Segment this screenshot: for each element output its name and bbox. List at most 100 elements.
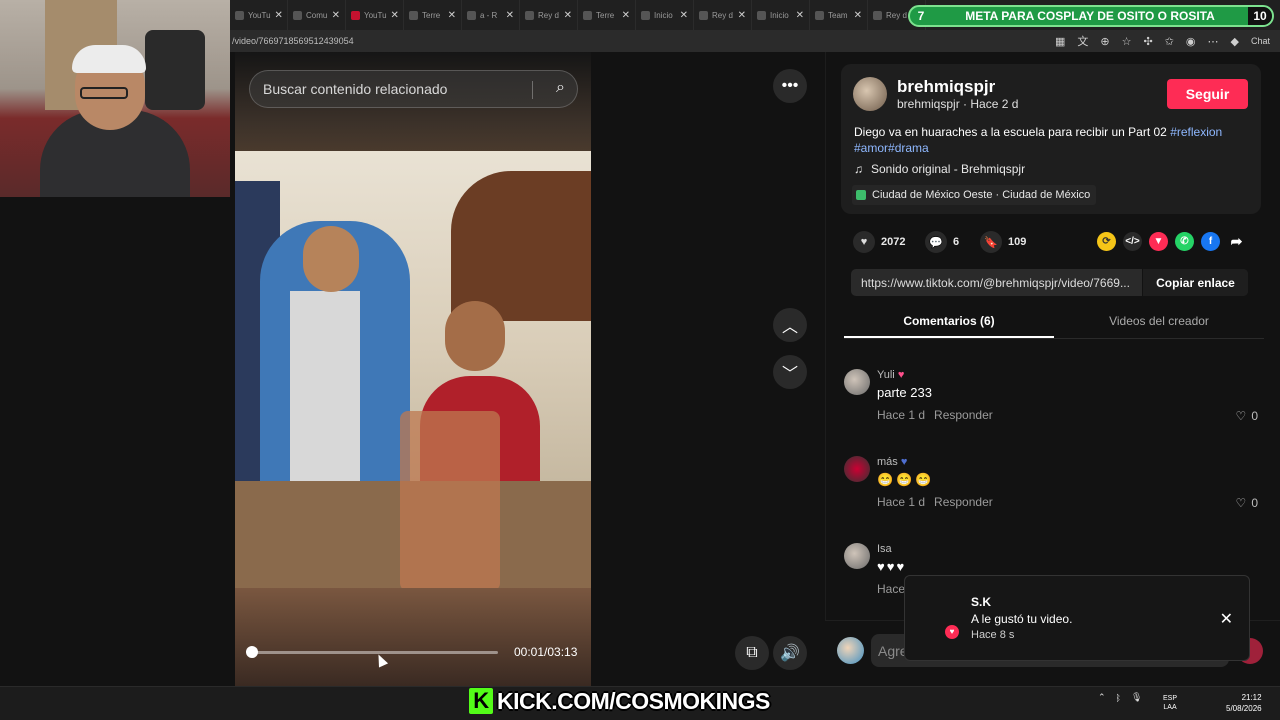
whatsapp-icon[interactable]: ✆	[1175, 232, 1194, 251]
comment-button[interactable]: 💬 6	[925, 231, 959, 253]
video-link-text[interactable]: https://www.tiktok.com/@brehmiqspjr/vide…	[851, 276, 1142, 290]
volume-button[interactable]: 🔊	[773, 636, 807, 670]
browser-tab[interactable]: Rey d ✕	[520, 0, 578, 30]
toast-title: S.K	[971, 595, 992, 609]
zoom-icon[interactable]: ⊕	[1100, 35, 1109, 48]
language-indicator[interactable]: ESP LAA	[1163, 694, 1177, 712]
more-icon[interactable]: ⋯	[1208, 35, 1219, 48]
location-pin-icon	[856, 190, 866, 200]
repost-icon[interactable]: ⟳	[1097, 232, 1116, 251]
close-icon[interactable]: ✕	[796, 10, 804, 21]
video-timecode: 00:01/03:13	[514, 645, 578, 659]
send-to-friends-icon[interactable]: ▼	[1149, 232, 1168, 251]
browser-tab[interactable]: Terre ✕	[404, 0, 462, 30]
close-icon[interactable]: ✕	[680, 10, 688, 21]
bluetooth-icon[interactable]: ᛒ	[1116, 693, 1121, 703]
star-icon[interactable]: ☆	[1122, 35, 1132, 48]
notification-toast[interactable]: ♥ S.K A le gustó tu video. Hace 8 s ✕	[904, 575, 1250, 661]
close-icon[interactable]: ✕	[448, 10, 456, 21]
reply-button[interactable]: Responder	[934, 408, 993, 422]
chevron-up-icon[interactable]: ⌃	[1098, 692, 1106, 703]
microphone-icon[interactable]: 🎙	[1131, 692, 1142, 703]
close-icon[interactable]: ✕	[275, 10, 283, 21]
commenter-name[interactable]: Yuli ♥	[877, 369, 906, 381]
commenter-avatar[interactable]	[844, 543, 870, 569]
commenter-avatar[interactable]	[844, 369, 870, 395]
my-avatar[interactable]	[837, 637, 864, 664]
picture-in-picture-button[interactable]: ⧉	[735, 636, 769, 670]
tab-label: Inicio	[654, 10, 673, 20]
favorites-icon[interactable]: ✩	[1165, 35, 1174, 48]
close-icon[interactable]: ✕	[738, 10, 746, 21]
tab-label: YouTu	[248, 10, 271, 20]
search-icon[interactable]: ⌕	[556, 79, 565, 97]
share-arrow-icon[interactable]: ➦	[1227, 232, 1246, 251]
hashtag-link[interactable]: #reflexion	[1170, 125, 1222, 139]
hashtag-link[interactable]: #amor#drama	[854, 141, 929, 155]
more-options-button[interactable]: •••	[773, 69, 807, 103]
close-icon[interactable]: ✕	[854, 10, 862, 21]
browser-tab[interactable]: Inicio ✕	[752, 0, 810, 30]
close-icon[interactable]: ✕	[391, 10, 399, 21]
music-row[interactable]: ♫ Sonido original - Brehmiqspjr	[854, 162, 1025, 176]
comment-like-button[interactable]: ♡ 0	[1236, 496, 1258, 510]
url-text[interactable]: /video/7669718569512439054	[232, 36, 354, 46]
browser-tab[interactable]: Comu ✕	[288, 0, 346, 30]
apps-icon[interactable]: ▦	[1055, 35, 1065, 48]
like-button[interactable]: ♥ 2072	[853, 231, 905, 253]
browser-tab[interactable]: YouTu ✕	[346, 0, 404, 30]
close-icon[interactable]: ✕	[564, 10, 572, 21]
commenter-name[interactable]: Isa	[877, 543, 892, 555]
copy-link-button[interactable]: Copiar enlace	[1142, 269, 1248, 296]
browser-tab[interactable]: a - R ✕	[462, 0, 520, 30]
description-text: Diego va en huaraches a la escuela para …	[854, 125, 1171, 139]
like-count: 2072	[881, 236, 906, 248]
webcam-coat	[145, 30, 205, 110]
save-button[interactable]: 🔖 109	[980, 231, 1026, 253]
previous-video-button[interactable]: ︿	[773, 308, 807, 342]
music-title[interactable]: Sonido original - Brehmiqspjr	[871, 162, 1025, 176]
copilot-icon[interactable]: ◆	[1231, 35, 1239, 48]
close-icon[interactable]: ✕	[506, 10, 514, 21]
progress-track	[250, 651, 498, 654]
chat-label[interactable]: Chat	[1251, 36, 1270, 46]
close-icon[interactable]: ✕	[1220, 609, 1233, 629]
browser-tab[interactable]: Team ✕	[810, 0, 868, 30]
browser-tab[interactable]: YouTu ✕	[230, 0, 288, 30]
author-name[interactable]: brehmiqspjr	[897, 77, 995, 97]
comment-like-button[interactable]: ♡ 0	[1236, 409, 1258, 423]
close-icon[interactable]: ✕	[332, 10, 340, 21]
translate-icon[interactable]: 文	[1077, 33, 1088, 49]
browser-tab[interactable]: Terre ✕	[578, 0, 636, 30]
embed-icon[interactable]: </>	[1123, 232, 1142, 251]
next-video-button[interactable]: ﹀	[773, 355, 807, 389]
heart-icon: ♥	[945, 625, 959, 639]
author-avatar[interactable]	[853, 77, 887, 111]
commenter-avatar[interactable]	[844, 456, 870, 482]
comment-time: Hace 1 d	[877, 408, 926, 422]
tab-creator-videos[interactable]: Videos del creador	[1054, 307, 1264, 338]
commenter-name[interactable]: más ♥	[877, 456, 907, 468]
webcam-cap	[72, 45, 146, 73]
scene-cabinet	[451, 171, 591, 321]
facebook-icon[interactable]: f	[1201, 232, 1220, 251]
tab-comments[interactable]: Comentarios (6)	[844, 307, 1054, 338]
related-search-input[interactable]: Buscar contenido relacionado ⌕	[249, 70, 578, 108]
browser-tab[interactable]: Inicio ✕	[636, 0, 694, 30]
tab-favicon-icon	[467, 10, 476, 20]
video-player[interactable]	[235, 52, 591, 686]
tab-favicon-icon	[757, 10, 766, 20]
toast-message: A le gustó tu video.	[971, 612, 1073, 626]
profile-icon[interactable]: ◉	[1186, 35, 1196, 48]
follow-button[interactable]: Seguir	[1167, 79, 1248, 109]
browser-tab[interactable]: Rey d ✕	[694, 0, 752, 30]
address-bar[interactable]: /video/7669718569512439054 ▦ 文 ⊕ ☆ ✣ ✩ ◉…	[230, 30, 1280, 52]
location-chip[interactable]: Ciudad de México Oeste · Ciudad de Méxic…	[852, 185, 1097, 205]
video-progress-bar[interactable]	[245, 646, 498, 658]
reply-button[interactable]: Responder	[934, 495, 993, 509]
close-icon[interactable]: ✕	[622, 10, 630, 21]
clock-date: 5/08/2026	[1226, 704, 1262, 713]
taskbar-clock[interactable]: 21:12 5/08/2026	[1226, 692, 1262, 714]
extension-icon[interactable]: ✣	[1143, 35, 1152, 48]
tab-favicon-icon	[815, 10, 824, 20]
